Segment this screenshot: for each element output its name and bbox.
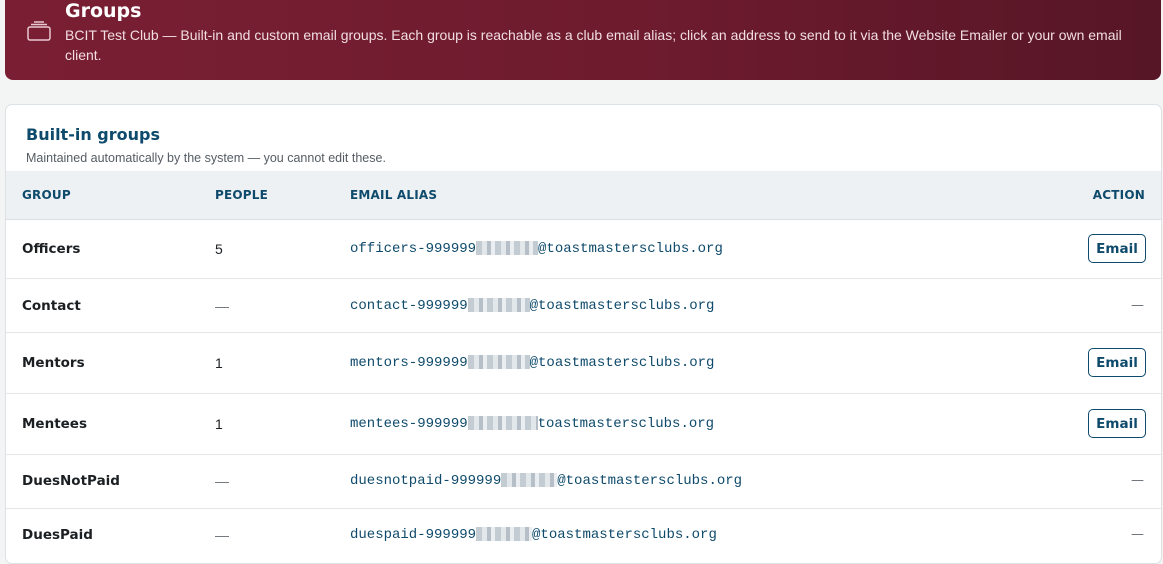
group-name: Mentors: [22, 355, 85, 371]
email-alias-link[interactable]: mentees-999999 toastmastersclubs.org: [350, 416, 714, 432]
email-alias-link[interactable]: contact-999999 @toastmastersclubs.org: [350, 298, 714, 314]
redacted-region: [467, 416, 538, 431]
redacted-region: [476, 241, 539, 256]
redacted-region: [476, 527, 533, 542]
action-none: —: [1131, 527, 1144, 542]
alias-domain: toastmastersclubs.org: [537, 416, 715, 432]
alias-prefix: officers-999999: [350, 241, 477, 257]
redacted-region: [501, 473, 558, 488]
email-alias-link[interactable]: mentors-999999 @toastmastersclubs.org: [350, 355, 714, 371]
alias-domain: @toastmastersclubs.org: [557, 473, 743, 489]
group-name: Contact: [22, 298, 81, 314]
email-button[interactable]: Email: [1088, 348, 1146, 377]
table-row: Officers 5 officers-999999 @toastmastersc…: [6, 219, 1161, 279]
redacted-region: [467, 298, 530, 313]
page-title: Groups: [65, 0, 142, 22]
alias-prefix: contact-999999: [350, 298, 468, 314]
alias-domain: @toastmastersclubs.org: [538, 241, 723, 257]
people-count: 5: [215, 241, 223, 257]
email-alias-link[interactable]: officers-999999 @toastmastersclubs.org: [350, 241, 723, 257]
action-none: —: [1131, 298, 1144, 313]
alias-domain: @toastmastersclubs.org: [529, 298, 715, 314]
column-header-email-alias: EMAIL ALIAS: [350, 188, 438, 202]
table-row: Contact — contact-999999 @toastmastersclu…: [6, 279, 1161, 333]
email-button[interactable]: Email: [1088, 234, 1146, 263]
people-count: 1: [215, 355, 223, 371]
table-row: DuesPaid — duespaid-999999 @toastmastersc…: [6, 509, 1161, 563]
email-alias-link[interactable]: duespaid-999999 @toastmastersclubs.org: [350, 527, 717, 543]
page-description: BCIT Test Club — Built-in and custom ema…: [65, 27, 1122, 63]
redacted-region: [467, 355, 530, 370]
alias-prefix: duesnotpaid-999999: [350, 473, 502, 489]
people-count: 1: [215, 416, 223, 432]
builtin-groups-card: Built-in groups Maintained automatically…: [5, 104, 1162, 564]
alias-domain: @toastmastersclubs.org: [532, 527, 717, 543]
table-header: GROUP PEOPLE EMAIL ALIAS ACTION: [6, 171, 1161, 220]
page-header-banner: Groups BCIT Test Club — Built-in and cus…: [5, 0, 1161, 80]
group-name: DuesPaid: [22, 527, 93, 543]
alias-prefix: mentors-999999: [350, 355, 468, 371]
column-header-group: GROUP: [22, 188, 71, 202]
email-alias-link[interactable]: duesnotpaid-999999 @toastmastersclubs.org: [350, 473, 742, 489]
alias-prefix: duespaid-999999: [350, 527, 477, 543]
email-button[interactable]: Email: [1088, 409, 1146, 438]
action-none: —: [1131, 473, 1144, 488]
alias-prefix: mentees-999999: [350, 416, 468, 432]
group-name: Mentees: [22, 416, 88, 432]
alias-domain: @toastmastersclubs.org: [529, 355, 715, 371]
section-subtitle: Maintained automatically by the system —…: [26, 151, 386, 165]
section-title: Built-in groups: [26, 125, 160, 144]
people-count: —: [215, 473, 229, 489]
column-header-people: PEOPLE: [215, 188, 269, 202]
people-count: —: [215, 298, 229, 314]
group-name: Officers: [22, 241, 81, 257]
table-row: Mentors 1 mentors-999999 @toastmastersclu…: [6, 333, 1161, 394]
table-row: Mentees 1 mentees-999999 toastmastersclub…: [6, 394, 1161, 455]
groups-icon: [27, 21, 51, 41]
people-count: —: [215, 527, 229, 543]
table-row: DuesNotPaid — duesnotpaid-999999 @toastma…: [6, 455, 1161, 509]
group-name: DuesNotPaid: [22, 473, 120, 489]
column-header-action: ACTION: [1092, 188, 1145, 202]
